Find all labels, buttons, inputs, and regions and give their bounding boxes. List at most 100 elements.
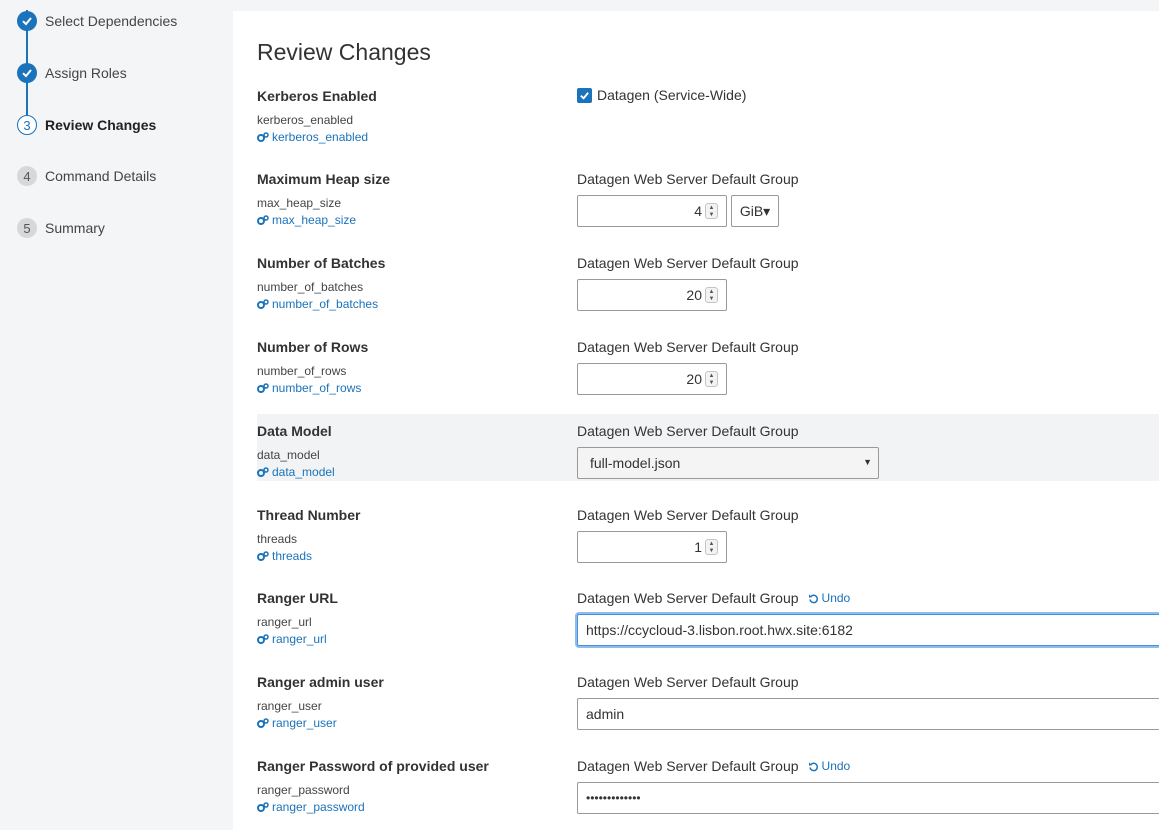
max-heap-size-input[interactable]: 4 ▲ ▼ (577, 195, 727, 227)
property-key: ranger_url (257, 615, 312, 629)
step-number-badge: 3 (17, 115, 37, 135)
role-group-label: Datagen Web Server Default Group (577, 507, 799, 523)
undo-icon (808, 593, 818, 603)
config-row-number-of-rows: Number of Rows number_of_rows number_of_… (257, 332, 1159, 402)
input-value: 20 (686, 371, 702, 387)
input-value: 20 (686, 287, 702, 303)
undo-label: Undo (821, 591, 851, 605)
wizard-sidebar: Select Dependencies Assign Roles 3 Revie… (0, 0, 233, 830)
undo-button[interactable]: Undo (808, 759, 851, 773)
config-row-ranger-url: Ranger URL ranger_url ranger_url Datagen… (257, 583, 1159, 653)
role-group-label: Datagen Web Server Default Group (577, 423, 799, 439)
property-title: Ranger URL (257, 590, 338, 606)
role-group-name: Datagen Web Server Default Group (577, 339, 799, 355)
property-title: Kerberos Enabled (257, 88, 377, 104)
wizard-step-review-changes[interactable]: 3 Review Changes (17, 114, 156, 136)
number-spinner[interactable]: ▲ ▼ (705, 203, 718, 219)
caret-down-icon: ▼ (863, 457, 872, 467)
property-key: ranger_password (257, 783, 350, 797)
step-number-badge: 4 (17, 166, 37, 186)
heap-unit-select[interactable]: GiB▾ (731, 195, 779, 227)
ranger-admin-user-input[interactable]: admin (577, 698, 1159, 730)
property-link[interactable]: threads (257, 549, 312, 563)
property-key: number_of_batches (257, 280, 364, 294)
config-row-number-of-batches: Number of Batches number_of_batches numb… (257, 248, 1159, 318)
property-link[interactable]: data_model (257, 465, 335, 479)
config-row-ranger-admin-user: Ranger admin user ranger_user ranger_use… (257, 667, 1159, 737)
page-title: Review Changes (257, 39, 431, 65)
property-title: Number of Rows (257, 339, 369, 355)
role-group-name: Datagen Web Server Default Group (577, 674, 799, 690)
wizard-step-command-details[interactable]: 4 Command Details (17, 165, 156, 187)
property-link-label: threads (272, 549, 313, 563)
step-number-badge: 5 (17, 218, 37, 238)
property-title: Data Model (257, 423, 332, 439)
input-value: 4 (694, 203, 702, 219)
data-model-select[interactable]: full-model.json ▼ (577, 447, 879, 479)
wizard-step-label: Select Dependencies (45, 13, 178, 29)
gears-icon (257, 382, 269, 393)
property-link-label: ranger_password (272, 800, 365, 814)
property-link-label: max_heap_size (272, 213, 357, 227)
checkbox-label: Datagen (Service-Wide) (597, 87, 747, 103)
role-group-name: Datagen Web Server Default Group (577, 423, 799, 439)
checkbox-checked[interactable] (577, 87, 592, 103)
property-link[interactable]: number_of_batches (257, 297, 378, 311)
role-group-label: Datagen Web Server Default Group Undo (577, 758, 850, 774)
thread-number-input[interactable]: 1 ▲ ▼ (577, 531, 727, 563)
role-group-name: Datagen Web Server Default Group (577, 171, 799, 187)
number-of-batches-input[interactable]: 20 ▲ ▼ (577, 279, 727, 311)
property-link-label: ranger_user (272, 716, 337, 730)
role-group-label: Datagen Web Server Default Group (577, 674, 799, 690)
role-group-label: Datagen Web Server Default Group (577, 255, 799, 271)
ranger-password-input[interactable]: ••••••••••••• (577, 782, 1159, 814)
number-of-rows-input[interactable]: 20 ▲ ▼ (577, 363, 727, 395)
property-title: Ranger Password of provided user (257, 758, 489, 774)
property-link[interactable]: number_of_rows (257, 381, 361, 395)
undo-button[interactable]: Undo (808, 591, 851, 605)
property-link[interactable]: kerberos_enabled (257, 130, 368, 144)
property-title: Maximum Heap size (257, 171, 391, 187)
property-link[interactable]: ranger_user (257, 716, 337, 730)
review-changes-panel: Review Changes Kerberos Enabled kerberos… (233, 11, 1159, 830)
property-link-label: kerberos_enabled (272, 130, 369, 144)
property-key: ranger_user (257, 699, 322, 713)
gears-icon (257, 633, 269, 644)
property-link[interactable]: ranger_password (257, 800, 365, 814)
checkmark-icon (17, 63, 37, 83)
checkmark-icon (17, 11, 37, 31)
gears-icon (257, 550, 269, 561)
gears-icon (257, 466, 269, 477)
property-link-label: number_of_rows (272, 381, 362, 395)
config-row-max-heap-size: Maximum Heap size max_heap_size max_heap… (257, 164, 1159, 234)
undo-label: Undo (821, 759, 851, 773)
wizard-step-assign-roles[interactable]: Assign Roles (17, 62, 127, 84)
property-link[interactable]: max_heap_size (257, 213, 356, 227)
role-group-name: Datagen Web Server Default Group (577, 507, 799, 523)
password-mask: ••••••••••••• (586, 791, 641, 805)
number-spinner[interactable]: ▲ ▼ (705, 287, 718, 303)
role-group-name: Datagen Web Server Default Group (577, 590, 799, 606)
wizard-step-label: Assign Roles (45, 65, 127, 81)
input-value: 1 (694, 539, 702, 555)
property-link[interactable]: ranger_url (257, 632, 327, 646)
role-group-name: Datagen Web Server Default Group (577, 255, 799, 271)
property-key: data_model (257, 448, 320, 462)
ranger-url-input[interactable]: https://ccycloud-3.lisbon.root.hwx.site:… (577, 614, 1159, 646)
property-key: threads (257, 532, 298, 546)
wizard-step-label: Summary (45, 220, 105, 236)
property-key: max_heap_size (257, 196, 342, 210)
config-row-thread-number: Thread Number threads threads Datagen We… (257, 500, 1159, 570)
property-link-label: data_model (272, 465, 335, 479)
property-link-label: ranger_url (272, 632, 327, 646)
wizard-step-select-dependencies[interactable]: Select Dependencies (17, 10, 177, 32)
wizard-step-label: Command Details (45, 168, 157, 184)
number-spinner[interactable]: ▲ ▼ (705, 371, 718, 387)
undo-icon (808, 761, 818, 771)
select-value: full-model.json (590, 455, 681, 471)
property-title: Thread Number (257, 507, 361, 523)
wizard-step-summary[interactable]: 5 Summary (17, 217, 105, 239)
gears-icon (257, 298, 269, 309)
service-wide-checkbox-field: Datagen (Service-Wide) (577, 87, 746, 103)
number-spinner[interactable]: ▲ ▼ (705, 539, 718, 555)
